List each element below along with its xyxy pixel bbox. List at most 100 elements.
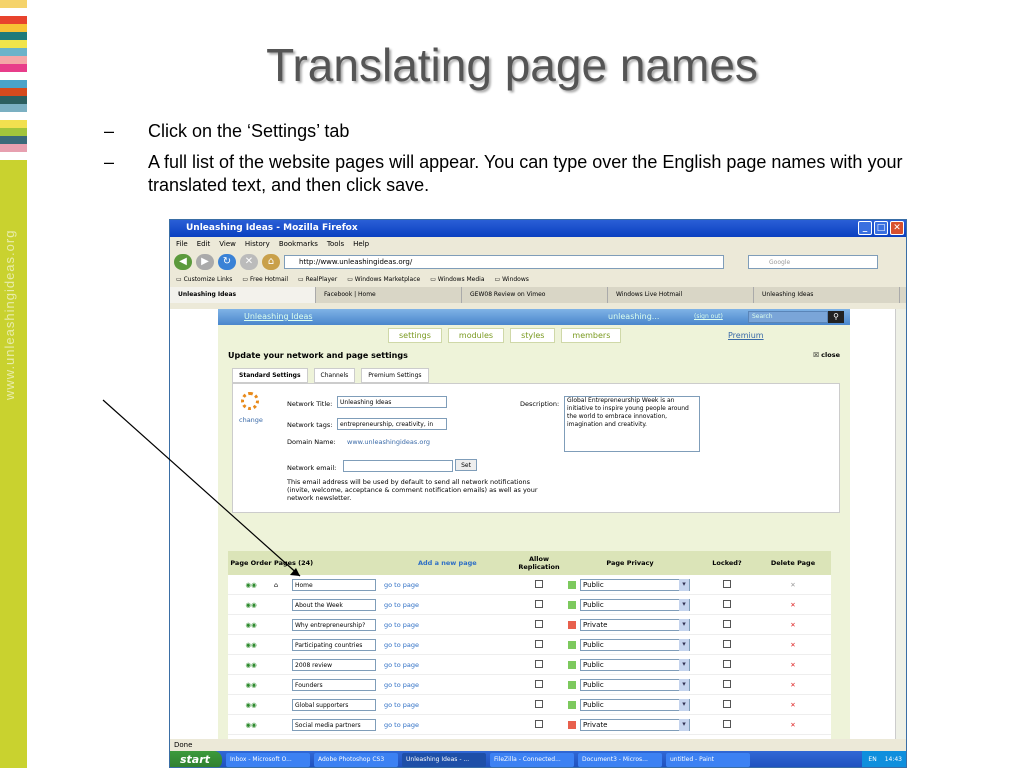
locked-checkbox[interactable] <box>723 719 731 728</box>
taskbar-item[interactable]: Unleashing Ideas - ... <box>402 753 486 767</box>
reorder-icon[interactable]: ◉◉ <box>228 641 274 649</box>
page-name-input[interactable]: Participating countries <box>292 638 376 651</box>
menu-item[interactable]: Help <box>353 237 369 251</box>
replication-checkbox[interactable] <box>535 619 543 628</box>
description-textarea[interactable]: Global Entrepreneurship Week is an initi… <box>564 396 700 452</box>
page-name-input[interactable]: Founders <box>292 678 376 691</box>
app-tab[interactable]: styles <box>510 328 556 343</box>
change-logo-link[interactable]: change <box>239 416 263 424</box>
go-to-page-link[interactable]: go to page <box>384 581 510 589</box>
app-tab[interactable]: settings <box>388 328 442 343</box>
bookmark-item[interactable]: ▭ RealPlayer <box>298 273 337 287</box>
maximize-icon[interactable]: □ <box>874 221 888 235</box>
go-to-page-link[interactable]: go to page <box>384 701 510 709</box>
email-input[interactable] <box>343 460 453 472</box>
locked-checkbox[interactable] <box>723 579 731 588</box>
menu-item[interactable]: File <box>176 237 188 251</box>
search-icon[interactable]: ⚲ <box>828 311 844 323</box>
stop-icon[interactable]: ✕ <box>240 254 258 270</box>
search-input[interactable]: Google <box>748 255 878 269</box>
bookmark-item[interactable]: ▭ Free Hotmail <box>242 273 288 287</box>
locked-checkbox[interactable] <box>723 679 731 688</box>
privacy-select[interactable]: Private <box>580 618 690 631</box>
replication-checkbox[interactable] <box>535 719 543 728</box>
start-button[interactable]: start <box>170 751 222 767</box>
reorder-icon[interactable]: ◉◉ <box>228 681 274 689</box>
go-to-page-link[interactable]: go to page <box>384 681 510 689</box>
scrollbar[interactable] <box>895 309 906 739</box>
home-icon[interactable]: ⌂ <box>262 254 280 270</box>
replication-checkbox[interactable] <box>535 579 543 588</box>
bookmark-item[interactable]: ▭ Windows <box>495 273 529 287</box>
close-link[interactable]: ☒ close <box>813 351 840 359</box>
back-icon[interactable]: ◀ <box>174 254 192 270</box>
delete-icon[interactable]: ✕ <box>762 641 824 649</box>
browser-tab[interactable]: Facebook | Home <box>316 287 462 303</box>
replication-checkbox[interactable] <box>535 659 543 668</box>
taskbar-item[interactable]: Adobe Photoshop CS3 <box>314 753 398 767</box>
replication-checkbox[interactable] <box>535 639 543 648</box>
close-icon[interactable]: ✕ <box>890 221 904 235</box>
taskbar-item[interactable]: FileZilla - Connected... <box>490 753 574 767</box>
privacy-select[interactable]: Public <box>580 638 690 651</box>
taskbar-item[interactable]: untitled - Paint <box>666 753 750 767</box>
reorder-icon[interactable]: ◉◉ <box>228 601 274 609</box>
settings-subtab[interactable]: Channels <box>313 368 356 383</box>
page-name-input[interactable]: About the Week <box>292 598 376 611</box>
add-page-link[interactable]: Add a new page <box>418 559 510 567</box>
bookmark-item[interactable]: ▭ Customize Links <box>176 273 232 287</box>
page-name-input[interactable]: Social media partners <box>292 718 376 731</box>
menu-item[interactable]: Bookmarks <box>279 237 318 251</box>
locked-checkbox[interactable] <box>723 619 731 628</box>
browser-tab[interactable]: Windows Live Hotmail <box>608 287 754 303</box>
browser-tab[interactable]: Unleashing Ideas <box>170 287 316 303</box>
url-bar[interactable]: http://www.unleashingideas.org/ <box>284 255 724 269</box>
taskbar-item[interactable]: Inbox - Microsoft O... <box>226 753 310 767</box>
privacy-select[interactable]: Public <box>580 598 690 611</box>
bookmark-item[interactable]: ▭ Windows Media <box>430 273 484 287</box>
delete-icon[interactable]: ✕ <box>762 701 824 709</box>
premium-link[interactable]: Premium <box>728 331 764 340</box>
page-name-input[interactable]: Global supporters <box>292 698 376 711</box>
privacy-select[interactable]: Public <box>580 658 690 671</box>
language-indicator[interactable]: EN <box>868 751 876 767</box>
network-logo-icon[interactable] <box>241 392 259 410</box>
privacy-select[interactable]: Public <box>580 578 690 591</box>
reorder-icon[interactable]: ◉◉ <box>228 701 274 709</box>
go-to-page-link[interactable]: go to page <box>384 661 510 669</box>
delete-icon[interactable]: ✕ <box>762 721 824 729</box>
minimize-icon[interactable]: _ <box>858 221 872 235</box>
go-to-page-link[interactable]: go to page <box>384 601 510 609</box>
menu-item[interactable]: View <box>219 237 236 251</box>
privacy-select[interactable]: Private <box>580 718 690 731</box>
network-title-input[interactable]: Unleashing Ideas <box>337 396 447 408</box>
go-to-page-link[interactable]: go to page <box>384 621 510 629</box>
replication-checkbox[interactable] <box>535 699 543 708</box>
reorder-icon[interactable]: ◉◉ <box>228 621 274 629</box>
settings-subtab[interactable]: Premium Settings <box>361 368 429 383</box>
locked-checkbox[interactable] <box>723 639 731 648</box>
settings-subtab[interactable]: Standard Settings <box>232 368 308 383</box>
delete-icon[interactable]: ✕ <box>762 581 824 589</box>
browser-tab[interactable]: Unleashing Ideas <box>754 287 900 303</box>
domain-link[interactable]: www.unleashingideas.org <box>347 438 430 446</box>
network-tags-input[interactable]: entrepreneurship, creativity, in <box>337 418 447 430</box>
locked-checkbox[interactable] <box>723 699 731 708</box>
reorder-icon[interactable]: ◉◉ <box>228 581 274 589</box>
app-search-input[interactable]: Search <box>748 311 828 323</box>
page-name-input[interactable]: Why entrepreneurship? <box>292 618 376 631</box>
page-name-input[interactable]: 2008 review <box>292 658 376 671</box>
menu-item[interactable]: Edit <box>197 237 211 251</box>
go-to-page-link[interactable]: go to page <box>384 641 510 649</box>
page-name-input[interactable]: Home <box>292 578 376 591</box>
app-tab[interactable]: modules <box>447 328 505 343</box>
privacy-select[interactable]: Public <box>580 698 690 711</box>
delete-icon[interactable]: ✕ <box>762 601 824 609</box>
reorder-icon[interactable]: ◉◉ <box>228 721 274 729</box>
locked-checkbox[interactable] <box>723 599 731 608</box>
locked-checkbox[interactable] <box>723 659 731 668</box>
site-name-link[interactable]: Unleashing Ideas <box>244 312 313 321</box>
sign-out-link[interactable]: (sign out) <box>694 309 723 325</box>
reload-icon[interactable]: ↻ <box>218 254 236 270</box>
bookmark-item[interactable]: ▭ Windows Marketplace <box>347 273 420 287</box>
